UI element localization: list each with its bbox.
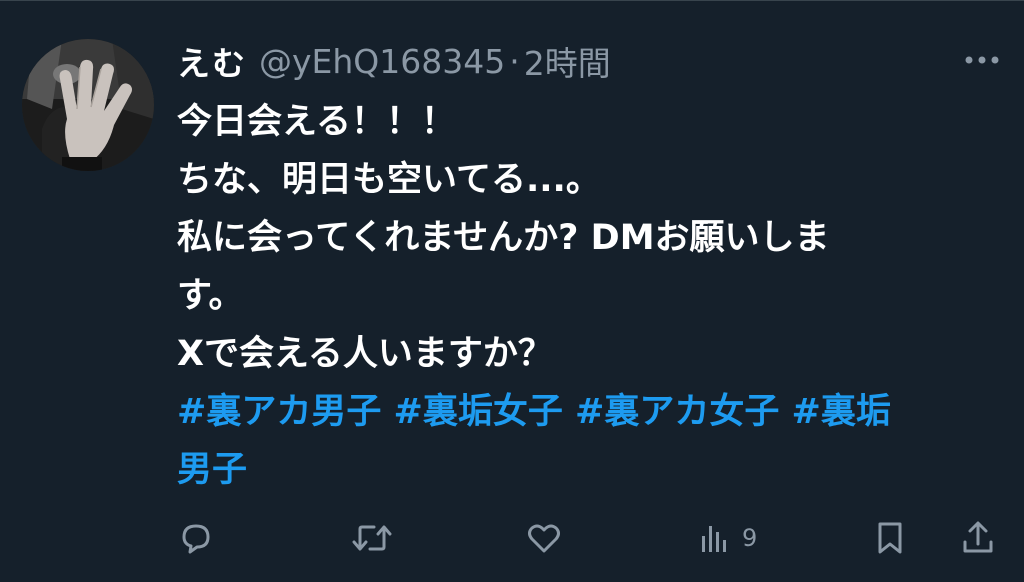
user-handle[interactable]: @yEhQ168345 <box>259 42 505 81</box>
timestamp[interactable]: 2時間 <box>524 37 611 85</box>
reply-button[interactable] <box>176 515 216 561</box>
action-bar: 9 <box>0 515 1024 561</box>
hashtag-link-continuation[interactable]: 男子 <box>177 450 247 490</box>
tweet-line: ちな、明日も空いてる...。 <box>177 160 601 200</box>
hashtag-link[interactable]: #裏アカ男子 <box>177 392 381 432</box>
views-button[interactable]: 9 <box>698 515 757 561</box>
like-button[interactable] <box>524 515 564 561</box>
tweet-card[interactable]: えむ @yEhQ168345 · 2時間 今日会える！！！ ちな、明日も空いてる… <box>0 0 1024 582</box>
share-button[interactable] <box>958 515 998 561</box>
views-bar-chart-icon <box>702 526 726 552</box>
tweet-header: えむ @yEhQ168345 · 2時間 <box>177 35 611 87</box>
hashtag-link[interactable]: #裏垢 <box>792 392 891 432</box>
more-dots-icon <box>965 56 999 64</box>
tweet-text: 今日会える！！！ ちな、明日も空いてる...。 私に会ってくれませんか? DMお… <box>177 93 1007 499</box>
retweet-button[interactable] <box>350 515 394 561</box>
hashtag-link[interactable]: #裏垢女子 <box>394 392 563 432</box>
views-count: 9 <box>742 524 758 552</box>
bookmark-button[interactable] <box>872 515 908 561</box>
hashtag-link[interactable]: #裏アカ女子 <box>575 392 779 432</box>
heart-icon <box>528 524 560 553</box>
separator-dot: · <box>509 41 520 81</box>
hashtag-line: 男子 <box>177 441 1007 499</box>
share-upload-icon <box>963 521 993 553</box>
tweet-line: す。 <box>177 276 244 316</box>
more-button[interactable] <box>962 47 1002 73</box>
display-name[interactable]: えむ <box>177 37 247 85</box>
reply-bubble-icon <box>182 524 210 554</box>
avatar[interactable] <box>22 39 154 171</box>
tweet-line: Xで会える人いますか？ <box>177 334 553 374</box>
bookmark-icon <box>878 522 902 554</box>
hashtag-line: #裏アカ男子 #裏垢女子 #裏アカ女子 #裏垢 <box>177 383 1007 441</box>
tweet-line: 今日会える！！！ <box>177 102 456 142</box>
avatar-image <box>22 39 154 171</box>
tweet-line: 私に会ってくれませんか? DMお願いしま <box>177 218 830 258</box>
retweet-icon <box>352 525 392 551</box>
